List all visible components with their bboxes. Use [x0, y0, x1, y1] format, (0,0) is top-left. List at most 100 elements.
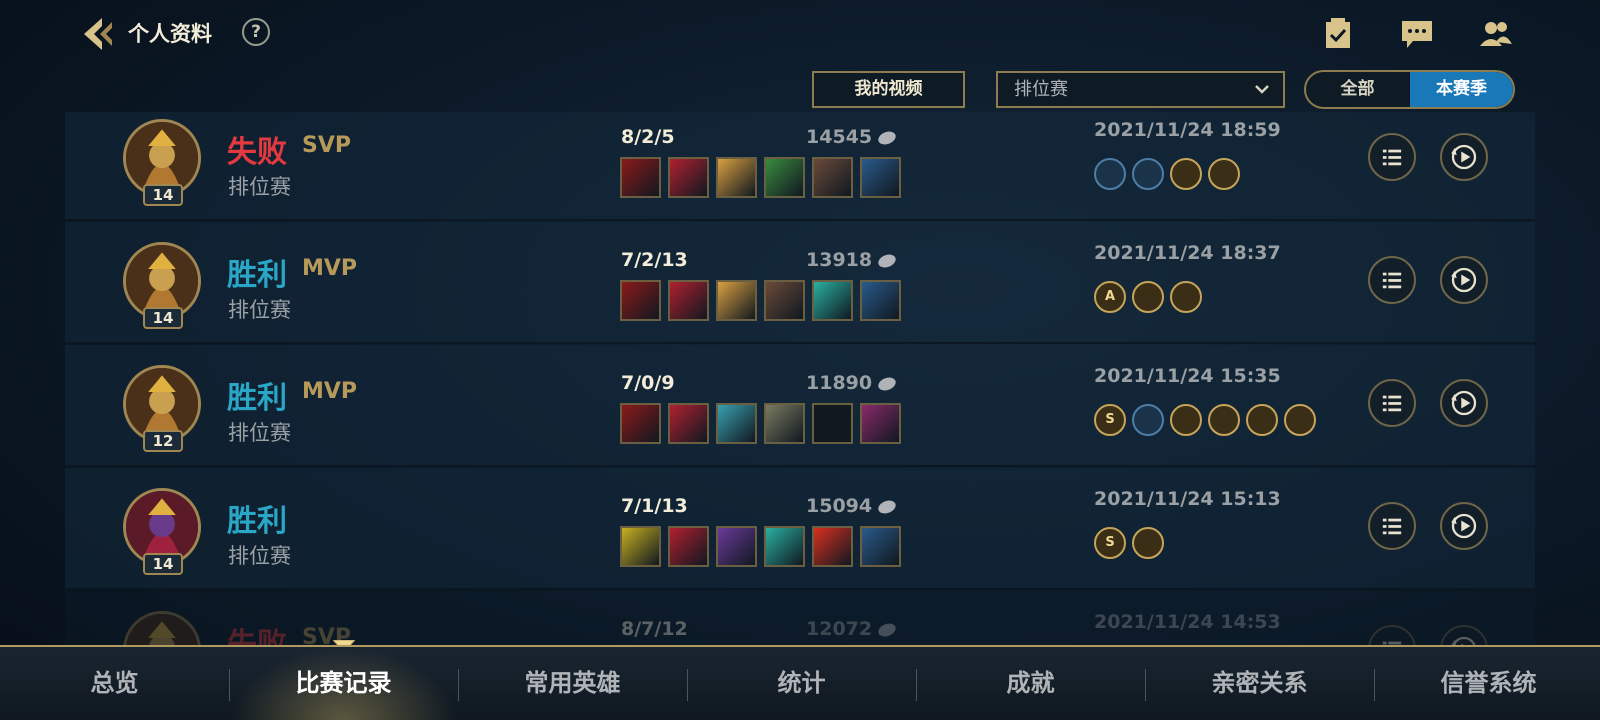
match-replay-button[interactable] — [1440, 502, 1488, 550]
nav-tab[interactable]: 总览 — [0, 647, 229, 720]
item-icon[interactable] — [860, 526, 901, 567]
match-row[interactable]: 14 胜利 排位赛 7/1/13 15094 2021/11/24 15:13 S — [65, 468, 1535, 590]
friends-icon[interactable] — [1478, 16, 1514, 52]
match-mode: 排位赛 — [228, 544, 291, 568]
item-icon[interactable] — [668, 280, 709, 321]
gold-value: 14545 — [806, 126, 873, 148]
item-icon[interactable] — [668, 526, 709, 567]
gold-value: 11890 — [806, 372, 873, 394]
replay-icon — [1451, 513, 1477, 539]
nav-tab[interactable]: 比赛记录 — [229, 647, 458, 720]
item-icon[interactable] — [620, 157, 661, 198]
item-icon[interactable] — [812, 403, 853, 444]
nav-tab[interactable]: 统计 — [687, 647, 916, 720]
item-icon[interactable] — [764, 526, 805, 567]
match-row[interactable]: 14失败SVP排位赛8/7/12120722021/11/24 14:53 — [65, 591, 1535, 645]
replay-icon — [1451, 144, 1477, 170]
chevron-down-icon — [1255, 85, 1269, 94]
match-result: 胜利 — [227, 381, 287, 416]
mode-select-value: 排位赛 — [1014, 79, 1068, 100]
list-icon — [1382, 641, 1402, 645]
item-icon[interactable] — [716, 280, 757, 321]
gold-coin-icon — [876, 497, 898, 516]
match-detail-button[interactable] — [1368, 256, 1416, 304]
bottom-nav: 总览 比赛记录 常用英雄 统计 成就 亲密关系 信誉系统 — [0, 645, 1600, 720]
gold-amount: 13918 — [806, 249, 898, 271]
replay-icon — [1451, 390, 1477, 416]
item-icon[interactable] — [716, 526, 757, 567]
match-replay-button[interactable] — [1440, 256, 1488, 304]
nav-divider — [916, 669, 917, 701]
item-icon[interactable] — [668, 403, 709, 444]
chat-icon[interactable] — [1399, 16, 1435, 52]
hero-level-badge: 14 — [143, 553, 183, 575]
match-result: 失败 — [227, 627, 287, 645]
match-replay-button[interactable] — [1440, 379, 1488, 427]
match-result: 胜利 — [227, 504, 287, 539]
list-icon — [1382, 395, 1402, 412]
replay-icon — [1451, 267, 1477, 293]
match-row[interactable]: 14 胜利 MVP 排位赛 7/2/13 13918 2021/11/24 18:37 A — [65, 222, 1535, 344]
match-time: 2021/11/24 18:59 — [1094, 119, 1281, 141]
item-icon[interactable] — [620, 280, 661, 321]
nav-divider — [458, 669, 459, 701]
help-icon[interactable]: ? — [242, 18, 270, 46]
task-icon[interactable] — [1320, 16, 1356, 52]
achievement-badge-icon — [1132, 281, 1164, 313]
nav-tab[interactable]: 成就 — [916, 647, 1145, 720]
list-icon — [1382, 518, 1402, 535]
match-detail-button[interactable] — [1368, 379, 1416, 427]
back-button[interactable] — [80, 14, 120, 54]
item-icon[interactable] — [812, 526, 853, 567]
item-icon[interactable] — [860, 280, 901, 321]
match-replay-button[interactable] — [1440, 133, 1488, 181]
item-icon[interactable] — [716, 157, 757, 198]
match-row[interactable]: 14 失败 SVP 排位赛 8/2/5 14545 2021/11/24 18:59 — [65, 112, 1535, 221]
item-icon[interactable] — [812, 157, 853, 198]
performance-tag: MVP — [302, 379, 358, 404]
match-replay-button[interactable] — [1440, 625, 1488, 645]
item-icon[interactable] — [860, 157, 901, 198]
item-icon[interactable] — [860, 403, 901, 444]
gold-amount: 14545 — [806, 126, 898, 148]
item-icon[interactable] — [668, 157, 709, 198]
match-time: 2021/11/24 15:13 — [1094, 488, 1281, 510]
season-option-all[interactable]: 全部 — [1306, 72, 1409, 107]
match-mode: 排位赛 — [228, 298, 291, 322]
match-result: 失败 — [227, 135, 287, 170]
achievement-badge-icon — [1132, 527, 1164, 559]
gold-amount: 12072 — [806, 618, 898, 640]
season-toggle[interactable]: 全部 本赛季 — [1304, 70, 1515, 109]
nav-tab[interactable]: 常用英雄 — [458, 647, 687, 720]
season-option-current[interactable]: 本赛季 — [1410, 72, 1513, 107]
nav-tab[interactable]: 信誉系统 — [1374, 647, 1600, 720]
gold-value: 15094 — [806, 495, 873, 517]
hero-avatar — [123, 611, 201, 645]
match-detail-button[interactable] — [1368, 502, 1416, 550]
achievement-badge-icon — [1132, 404, 1164, 436]
mode-select[interactable]: 排位赛 — [996, 71, 1285, 108]
kda-score: 8/7/12 — [621, 618, 688, 640]
gold-value: 12072 — [806, 618, 873, 640]
match-row[interactable]: 12 胜利 MVP 排位赛 7/0/9 11890 2021/11/24 15:35 S — [65, 345, 1535, 467]
match-detail-button[interactable] — [1368, 625, 1416, 645]
item-icon[interactable] — [764, 403, 805, 444]
match-mode: 排位赛 — [228, 175, 291, 199]
my-videos-button[interactable]: 我的视频 — [812, 71, 965, 108]
nav-tab[interactable]: 亲密关系 — [1145, 647, 1374, 720]
nav-divider — [1145, 669, 1146, 701]
item-icon[interactable] — [620, 526, 661, 567]
item-icon[interactable] — [716, 403, 757, 444]
item-icon[interactable] — [812, 280, 853, 321]
item-icon[interactable] — [620, 403, 661, 444]
item-icon[interactable] — [764, 157, 805, 198]
achievement-badge-icon — [1284, 404, 1316, 436]
match-detail-button[interactable] — [1368, 133, 1416, 181]
item-icon[interactable] — [764, 280, 805, 321]
nav-divider — [1374, 669, 1375, 701]
match-list[interactable]: 14 失败 SVP 排位赛 8/2/5 14545 2021/11/24 18:59 14 胜利… — [65, 112, 1535, 645]
list-icon — [1382, 149, 1402, 166]
gold-coin-icon — [876, 620, 898, 639]
achievement-badge-icon — [1170, 158, 1202, 190]
achievement-badge-icon — [1094, 158, 1126, 190]
